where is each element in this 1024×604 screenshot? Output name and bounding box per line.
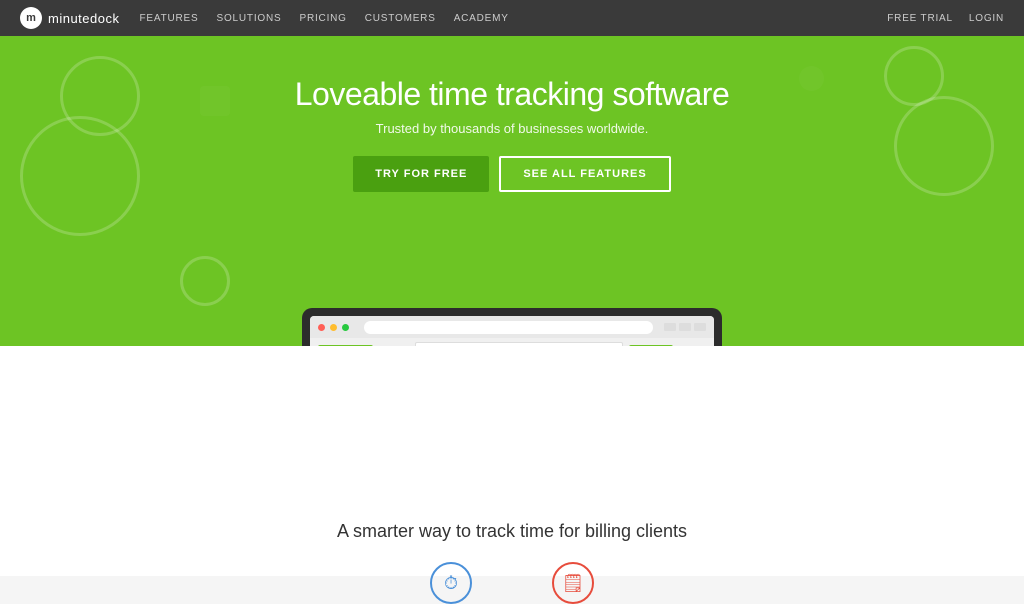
timer-icon: ⏱ [430, 562, 472, 604]
close-dot [318, 324, 325, 331]
nav-icon-2 [679, 323, 691, 331]
nav-left: m minutedock FEATURES SOLUTIONS PRICING … [20, 7, 509, 29]
timer-display: 00:44:22 [629, 345, 673, 347]
logo-icon: m [20, 7, 42, 29]
app-mockup: minutedock Olyolu presenting the new mar… [302, 308, 722, 346]
nav-right: FREE TRIAL LOGIN [887, 13, 1004, 24]
nav-customers[interactable]: CUSTOMERS [365, 13, 436, 24]
hero-buttons: TRY FOR FREE SEE ALL FEATURES [353, 156, 670, 192]
try-free-button[interactable]: TRY FOR FREE [353, 156, 489, 192]
laptop-top-bar [310, 316, 714, 338]
nav-pricing[interactable]: PRICING [299, 13, 346, 24]
invoice-icon: 🗒 [552, 562, 594, 604]
icon-item-invoice: 🗒 [552, 562, 594, 604]
nav-solutions[interactable]: SOLUTIONS [216, 13, 281, 24]
hero-section: Loveable time tracking software Trusted … [0, 36, 1024, 346]
nav-free-trial[interactable]: FREE TRIAL [887, 13, 953, 24]
nav-features[interactable]: FEATURES [139, 13, 198, 24]
nav-icon-3 [694, 323, 706, 331]
minimize-dot [330, 324, 337, 331]
bottom-title: A smarter way to track time for billing … [337, 521, 687, 542]
nav-academy[interactable]: ACADEMY [454, 13, 509, 24]
deco-4 [894, 96, 994, 196]
deco-6 [200, 86, 230, 116]
url-bar [364, 321, 653, 334]
bottom-section: A smarter way to track time for billing … [0, 346, 1024, 576]
laptop-mockup: minutedock Olyolu presenting the new mar… [302, 308, 722, 346]
app-logo: minutedock [318, 345, 373, 347]
task-input[interactable]: presenting the new marketing site [415, 342, 624, 346]
nav-icon [664, 323, 676, 331]
client-tag: Olyolu [379, 346, 409, 347]
nav-links: FEATURES SOLUTIONS PRICING CUSTOMERS ACA… [139, 13, 508, 24]
deco-5 [180, 256, 230, 306]
feature-icons-row: ⏱ 🗒 [430, 562, 594, 604]
nav-logo[interactable]: m minutedock [20, 7, 119, 29]
hero-title: Loveable time tracking software [295, 76, 730, 113]
laptop-screen: minutedock Olyolu presenting the new mar… [310, 316, 714, 346]
icon-item-timer: ⏱ [430, 562, 472, 604]
see-all-features-button[interactable]: SEE ALL FEATURES [499, 156, 670, 192]
logo-text: minutedock [48, 11, 119, 26]
maximize-dot [342, 324, 349, 331]
deco-7 [799, 66, 824, 91]
navbar: m minutedock FEATURES SOLUTIONS PRICING … [0, 0, 1024, 36]
deco-2 [20, 116, 140, 236]
hero-subtitle: Trusted by thousands of businesses world… [376, 121, 649, 136]
app-toolbar: minutedock Olyolu presenting the new mar… [310, 338, 714, 346]
log-button[interactable]: LOG [679, 346, 706, 347]
nav-login[interactable]: LOGIN [969, 13, 1004, 24]
